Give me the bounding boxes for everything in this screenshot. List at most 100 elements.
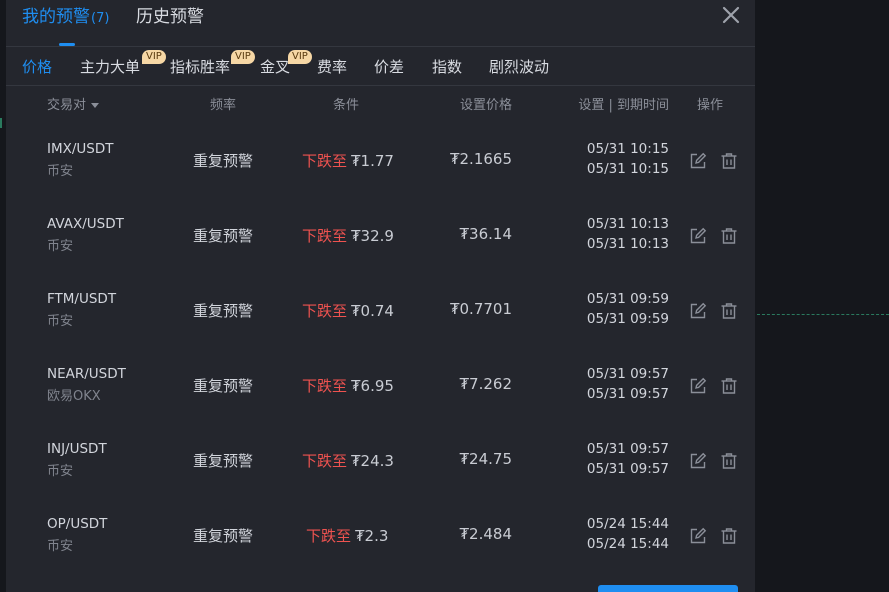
edit-icon	[690, 377, 707, 394]
row-frequency: 重复预警	[193, 527, 254, 545]
row-exchange: 币安	[47, 314, 74, 329]
background-chart-marker	[0, 118, 2, 128]
row-exchange: 币安	[47, 239, 74, 254]
row-condition: 下跌至 ₮1.77	[302, 150, 394, 171]
row-target-price: ₮1.77	[351, 152, 394, 170]
row-pair: OP/USDT	[47, 516, 108, 532]
edit-icon	[690, 527, 707, 544]
delete-button[interactable]	[720, 527, 738, 545]
row-set-price: ₮7.262	[459, 375, 513, 393]
row-set-time: 05/24 15:44	[586, 516, 669, 532]
tab-history-alerts-label: 历史预警	[136, 7, 204, 27]
row-frequency: 重复预警	[193, 377, 254, 395]
row-direction: 下跌至	[302, 302, 348, 320]
active-tab-indicator	[59, 43, 75, 46]
row-frequency: 重复预警	[193, 452, 254, 470]
tab-my-alerts-label: 我的预警	[22, 7, 90, 27]
subtab-volatility[interactable]: 剧烈波动	[489, 57, 549, 77]
row-direction: 下跌至	[302, 227, 348, 245]
background-chart-right	[755, 0, 889, 592]
row-exchange: 欧易OKX	[47, 389, 101, 404]
vip-badge: VIP	[288, 50, 312, 64]
edit-button[interactable]	[689, 377, 707, 395]
row-target-price: ₮2.3	[355, 527, 389, 545]
row-expire-time: 05/31 10:15	[586, 161, 669, 177]
row-condition: 下跌至 ₮2.3	[306, 525, 388, 546]
delete-button[interactable]	[720, 377, 738, 395]
row-direction: 下跌至	[306, 527, 352, 545]
subtab-indicator-winrate-label: 指标胜率	[170, 58, 231, 76]
row-condition: 下跌至 ₮6.95	[302, 375, 394, 396]
column-header-condition: 条件	[333, 98, 360, 113]
subtab-main-orders[interactable]: 主力大单 VIP	[80, 50, 166, 77]
edit-button[interactable]	[689, 527, 707, 545]
trash-icon	[721, 378, 737, 394]
dialog-header: 我的预警(7) 历史预警	[6, 0, 755, 47]
trash-icon	[721, 153, 737, 169]
trash-icon	[721, 528, 737, 544]
row-expire-time: 05/31 10:13	[586, 236, 669, 252]
confirm-button[interactable]	[598, 585, 738, 592]
column-header-pair-label: 交易对	[47, 98, 87, 113]
subtab-funding-rate[interactable]: 费率	[317, 57, 347, 77]
row-exchange: 币安	[47, 464, 74, 479]
row-set-time: 05/31 09:57	[586, 441, 669, 457]
close-button[interactable]	[720, 4, 742, 26]
row-expire-time: 05/31 09:57	[586, 461, 669, 477]
vip-badge: VIP	[142, 50, 166, 64]
subtab-price[interactable]: 价格	[22, 57, 52, 77]
delete-button[interactable]	[720, 452, 738, 470]
column-header-action: 操作	[697, 98, 724, 113]
subtab-golden-cross-label: 金叉	[260, 58, 291, 76]
subtab-funding-rate-label: 费率	[317, 58, 348, 76]
row-target-price: ₮0.74	[351, 302, 394, 320]
row-set-price: ₮2.484	[459, 525, 513, 543]
column-header-pair[interactable]: 交易对	[47, 97, 100, 115]
row-target-price: ₮24.3	[351, 452, 394, 470]
background-price-line	[757, 314, 889, 315]
vip-badge: VIP	[231, 50, 255, 64]
row-expire-time: 05/24 15:44	[586, 536, 669, 552]
alert-type-tabs: 价格 主力大单 VIP 指标胜率 VIP 金叉 VIP 费率 价差 指数 剧烈波动	[6, 47, 755, 86]
delete-button[interactable]	[720, 302, 738, 320]
tab-my-alerts[interactable]: 我的预警(7)	[22, 6, 109, 28]
subtab-spread[interactable]: 价差	[374, 57, 404, 77]
column-header-frequency: 频率	[210, 98, 237, 113]
edit-icon	[690, 152, 707, 169]
row-pair: IMX/USDT	[47, 141, 114, 157]
trash-icon	[721, 453, 737, 469]
trash-icon	[721, 303, 737, 319]
edit-button[interactable]	[689, 452, 707, 470]
edit-button[interactable]	[689, 152, 707, 170]
subtab-index[interactable]: 指数	[432, 57, 462, 77]
subtab-index-label: 指数	[432, 58, 463, 76]
subtab-price-label: 价格	[22, 58, 53, 76]
row-direction: 下跌至	[302, 452, 348, 470]
subtab-main-orders-label: 主力大单	[80, 58, 141, 76]
row-set-price: ₮0.7701	[449, 300, 512, 318]
edit-button[interactable]	[689, 302, 707, 320]
delete-button[interactable]	[720, 227, 738, 245]
edit-icon	[690, 452, 707, 469]
edit-icon	[690, 227, 707, 244]
table-row: FTM/USDT 币安 重复预警 下跌至 ₮0.74 ₮0.7701 05/31 …	[6, 278, 755, 353]
delete-button[interactable]	[720, 152, 738, 170]
column-header-time: 设置 | 到期时间	[578, 98, 669, 113]
row-direction: 下跌至	[302, 377, 348, 395]
row-frequency: 重复预警	[193, 302, 254, 320]
row-pair: AVAX/USDT	[47, 216, 124, 232]
row-set-time: 05/31 09:57	[586, 366, 669, 382]
row-set-time: 05/31 10:13	[586, 216, 669, 232]
row-expire-time: 05/31 09:59	[586, 311, 669, 327]
row-expire-time: 05/31 09:57	[586, 386, 669, 402]
close-icon	[722, 6, 740, 24]
edit-button[interactable]	[689, 227, 707, 245]
table-row: NEAR/USDT 欧易OKX 重复预警 下跌至 ₮6.95 ₮7.262 05/…	[6, 353, 755, 428]
tab-history-alerts[interactable]: 历史预警	[136, 6, 204, 28]
table-row: IMX/USDT 币安 重复预警 下跌至 ₮1.77 ₮2.1665 05/31 …	[6, 128, 755, 203]
row-pair: INJ/USDT	[47, 441, 107, 457]
subtab-golden-cross[interactable]: 金叉 VIP	[260, 50, 312, 77]
caret-down-icon	[91, 103, 100, 108]
subtab-indicator-winrate[interactable]: 指标胜率 VIP	[170, 50, 255, 77]
row-target-price: ₮32.9	[351, 227, 394, 245]
